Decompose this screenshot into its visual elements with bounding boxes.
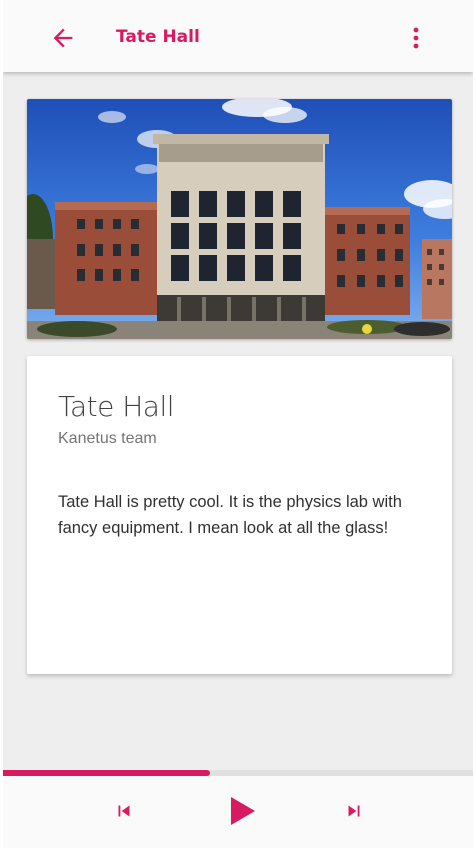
page-title: Tate Hall xyxy=(116,27,200,47)
card-subtitle: Kanetus team xyxy=(58,430,157,447)
progress-fill xyxy=(3,770,210,776)
player-controls xyxy=(3,776,473,848)
play-icon xyxy=(231,797,255,825)
building-illustration xyxy=(27,99,452,339)
app-bar: Tate Hall xyxy=(3,0,473,72)
previous-button[interactable] xyxy=(113,800,135,822)
arrow-back-icon xyxy=(53,28,73,48)
skip-next-icon xyxy=(348,805,360,817)
back-button[interactable] xyxy=(49,24,77,52)
more-options-button[interactable] xyxy=(405,24,427,52)
next-button[interactable] xyxy=(343,800,365,822)
info-card: Tate Hall Kanetus team Tate Hall is pret… xyxy=(27,356,452,674)
card-description: Tate Hall is pretty cool. It is the phys… xyxy=(58,493,402,537)
app-frame: Tate Hall Tate Hall Kanetus team Tate Ha… xyxy=(3,0,473,848)
card-title: Tate Hall xyxy=(58,390,175,423)
progress-bar[interactable] xyxy=(3,770,473,776)
play-button[interactable] xyxy=(227,795,257,827)
skip-previous-icon xyxy=(118,805,130,817)
hero-image xyxy=(27,99,452,339)
more-vert-icon xyxy=(413,27,419,49)
